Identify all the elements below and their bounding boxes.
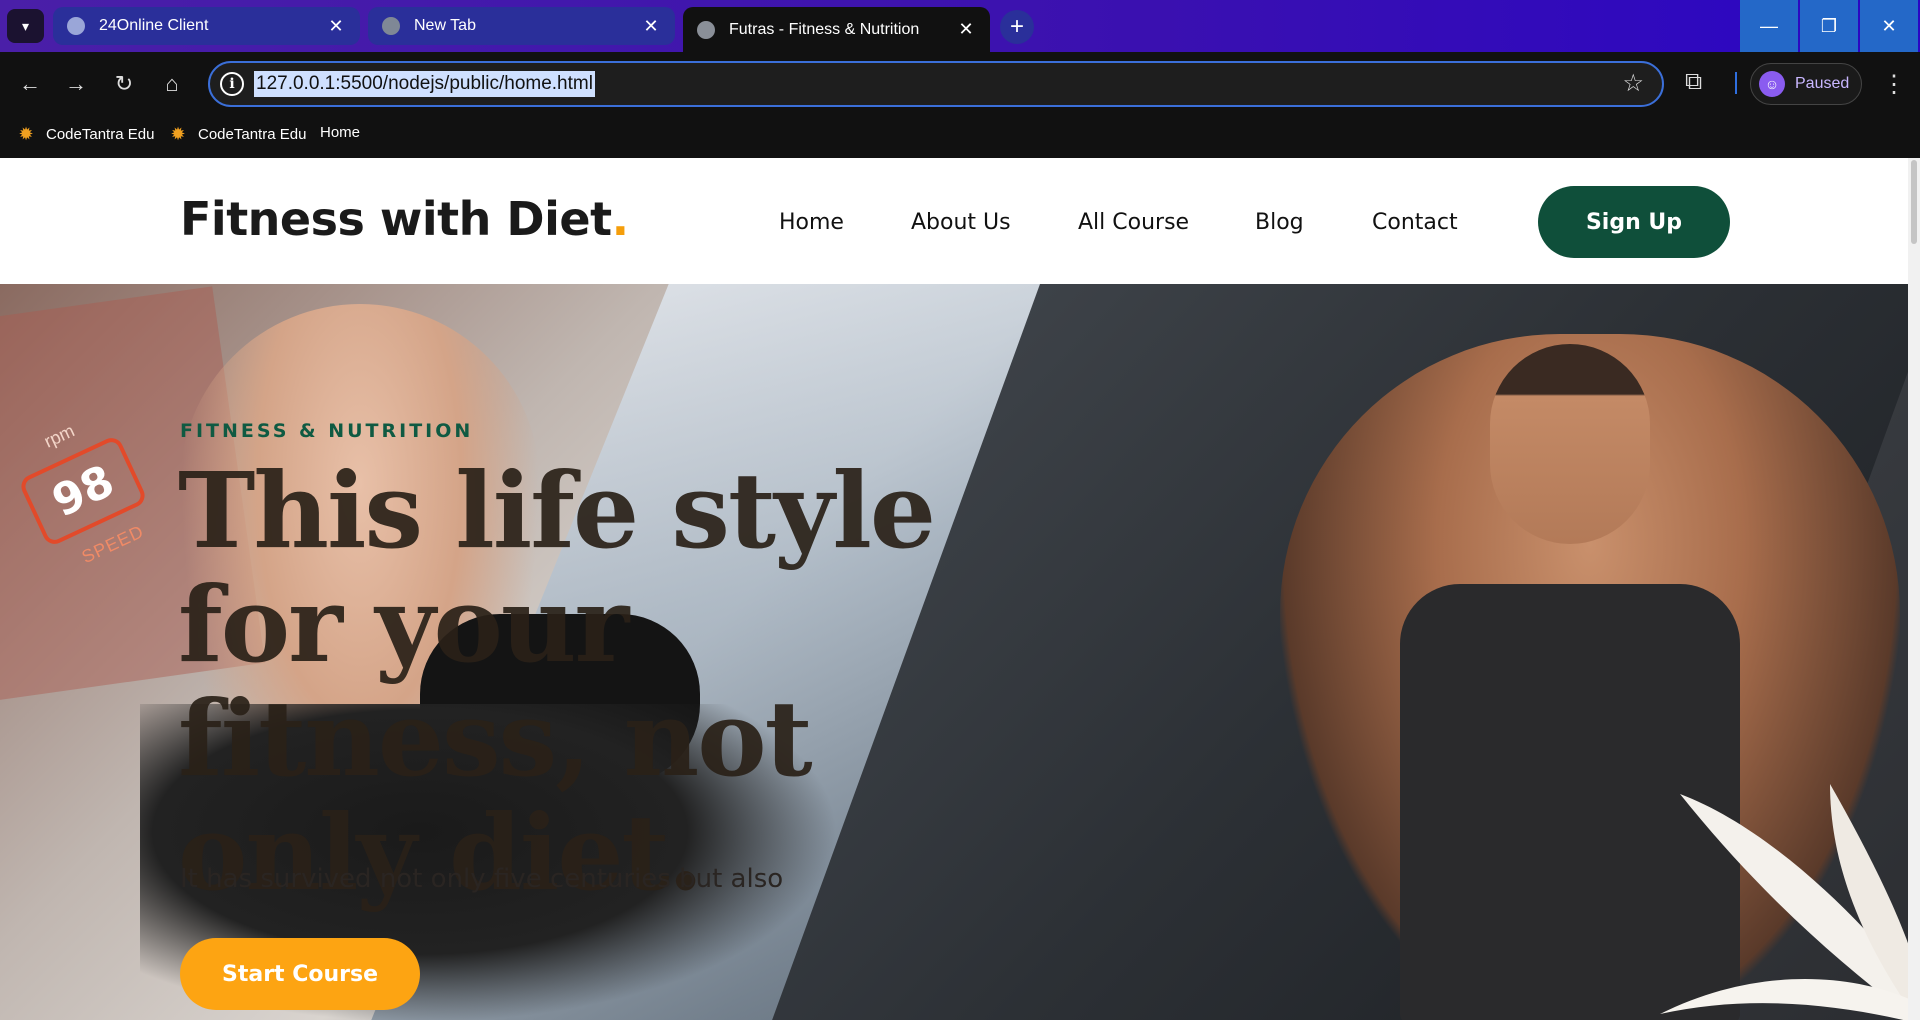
page-scrollbar[interactable] xyxy=(1908,158,1920,1020)
start-course-button[interactable]: Start Course xyxy=(180,938,420,1010)
bookmark-label: Home xyxy=(320,124,361,141)
avatar: ☺ xyxy=(1759,71,1785,97)
logo-dot: . xyxy=(611,192,629,246)
hero-headline: This life style for your fitness, not on… xyxy=(178,449,936,914)
close-tab-icon[interactable]: ✕ xyxy=(956,19,976,40)
codetantra-icon: ✹ xyxy=(170,123,186,144)
tab-search-dropdown-icon[interactable]: ▾ xyxy=(7,9,44,43)
nav-contact[interactable]: Contact xyxy=(1372,210,1458,235)
tab-new-tab[interactable]: New Tab ✕ xyxy=(368,7,675,45)
forward-icon[interactable]: → xyxy=(62,70,90,98)
site-logo[interactable]: Fitness with Diet. xyxy=(180,192,629,246)
profile-status: Paused xyxy=(1795,75,1850,92)
close-tab-icon[interactable]: ✕ xyxy=(641,16,661,37)
tab-title: Futras - Fitness & Nutrition xyxy=(729,20,920,38)
tab-title: New Tab xyxy=(414,17,476,34)
profile-button[interactable]: ☺ Paused xyxy=(1750,63,1862,105)
hero-section: rpm 98 SPEED FITNESS & NUTRITION This li… xyxy=(0,284,1908,1020)
globe-favicon-icon xyxy=(697,20,715,39)
nav-about-us[interactable]: About Us xyxy=(911,210,1011,235)
web-page: Fitness with Diet. Home About Us All Cou… xyxy=(0,158,1920,1020)
palm-leaves-icon xyxy=(1660,784,1908,1020)
cloud-favicon-icon xyxy=(67,17,85,35)
bookmark-home[interactable]: Home xyxy=(320,124,361,298)
tab-futras[interactable]: Futras - Fitness & Nutrition ✕ xyxy=(683,7,990,52)
site-info-icon[interactable]: i xyxy=(220,72,244,96)
bookmark-star-icon[interactable]: ☆ xyxy=(1622,69,1644,98)
hero-subtext: It has survived not only five centuries … xyxy=(180,864,784,894)
nav-all-course[interactable]: All Course xyxy=(1078,210,1189,235)
codetantra-icon: ✹ xyxy=(18,123,34,144)
restore-icon[interactable]: ❐ xyxy=(1800,0,1858,52)
home-icon[interactable]: ⌂ xyxy=(158,70,186,98)
back-icon[interactable]: ← xyxy=(16,70,44,98)
man-head-image xyxy=(1490,344,1650,544)
url-text[interactable]: 127.0.0.1:5500/nodejs/public/home.html xyxy=(254,71,595,97)
nav-blog[interactable]: Blog xyxy=(1255,210,1304,235)
toolbar-divider xyxy=(1735,72,1737,94)
minimize-icon[interactable]: — xyxy=(1740,0,1798,52)
nav-home[interactable]: Home xyxy=(779,210,844,235)
tab-strip: ▾ 24Online Client ✕ New Tab ✕ Futras - F… xyxy=(0,0,1920,52)
bookmark-codetantra-2[interactable]: ✹ CodeTantra Edu xyxy=(168,124,306,144)
new-tab-button[interactable]: + xyxy=(1000,10,1034,44)
logo-text: Fitness with Diet xyxy=(180,192,612,246)
bookmark-label: CodeTantra Edu xyxy=(46,125,155,143)
reload-icon[interactable]: ↻ xyxy=(110,70,138,98)
close-tab-icon[interactable]: ✕ xyxy=(326,16,346,37)
bookmark-codetantra-1[interactable]: ✹ CodeTantra Edu xyxy=(16,124,154,144)
address-bar[interactable]: i 127.0.0.1:5500/nodejs/public/home.html… xyxy=(208,61,1664,107)
site-header: Fitness with Diet. Home About Us All Cou… xyxy=(0,158,1908,284)
tab-title: 24Online Client xyxy=(99,17,209,34)
extensions-icon[interactable]: ⧉ xyxy=(1685,68,1702,96)
globe-favicon-icon xyxy=(382,17,400,35)
bookmark-label: CodeTantra Edu xyxy=(198,125,307,143)
tab-24online[interactable]: 24Online Client ✕ xyxy=(53,7,360,45)
more-menu-icon[interactable]: ⋮ xyxy=(1882,70,1906,99)
scrollbar-thumb[interactable] xyxy=(1911,160,1917,244)
hero-eyebrow: FITNESS & NUTRITION xyxy=(180,420,474,442)
browser-toolbar: ← → ↻ ⌂ i 127.0.0.1:5500/nodejs/public/h… xyxy=(0,52,1920,116)
bookmarks-bar: ✹ CodeTantra Edu ✹ CodeTantra Edu Home xyxy=(0,116,1920,298)
close-window-icon[interactable]: ✕ xyxy=(1860,0,1918,52)
sign-up-button[interactable]: Sign Up xyxy=(1538,186,1730,258)
